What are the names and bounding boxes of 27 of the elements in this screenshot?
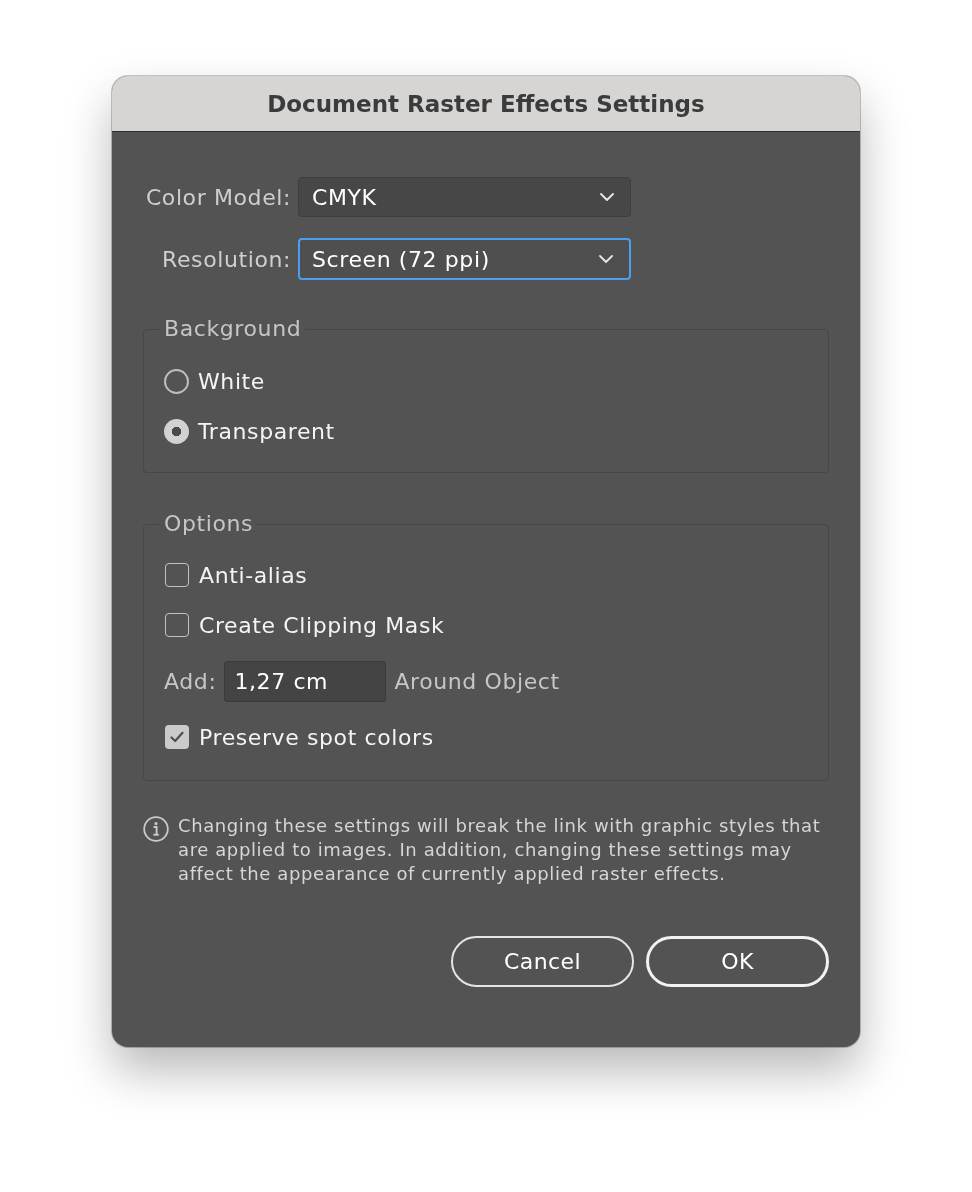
input-field[interactable]: 1,27 cm — [224, 661, 387, 702]
chevron-down-icon — [600, 193, 614, 201]
checkbox-label[interactable]: Preserve spot colors — [199, 724, 434, 750]
info-icon — [143, 816, 169, 842]
checkbox-label[interactable]: Create Clipping Mask — [199, 612, 445, 638]
checkbox[interactable] — [165, 563, 189, 587]
dialog-button[interactable]: OK — [646, 936, 829, 987]
radio-button[interactable] — [164, 368, 189, 394]
dropdown-select[interactable]: Screen (72 ppi) — [298, 238, 631, 280]
field-label: Color Model: — [145, 184, 291, 210]
suffix-label: Around Object — [394, 669, 560, 694]
field-label: Add: — [164, 669, 217, 694]
chevron-down-icon — [599, 255, 613, 263]
checkbox[interactable] — [165, 725, 189, 749]
checkbox[interactable] — [165, 613, 189, 637]
group-label: Background — [163, 316, 303, 342]
note-text: Changing these settings will break the link with graphic styles that are applied to images. In addition, changing these settings may affect the appearance of currently applied raster effects. — [178, 814, 822, 886]
radio-button[interactable] — [164, 418, 189, 444]
dropdown-select[interactable]: CMYK — [298, 177, 631, 217]
group-label: Options — [163, 511, 255, 537]
radio-label[interactable]: Transparent — [198, 418, 335, 444]
radio-label[interactable]: White — [198, 368, 265, 394]
checkbox-label[interactable]: Anti-alias — [199, 562, 308, 588]
check-icon — [170, 731, 184, 743]
dialog-button[interactable]: Cancel — [451, 936, 634, 987]
field-label: Resolution: — [162, 246, 291, 272]
window-title: Document Raster Effects Settings — [267, 90, 705, 117]
